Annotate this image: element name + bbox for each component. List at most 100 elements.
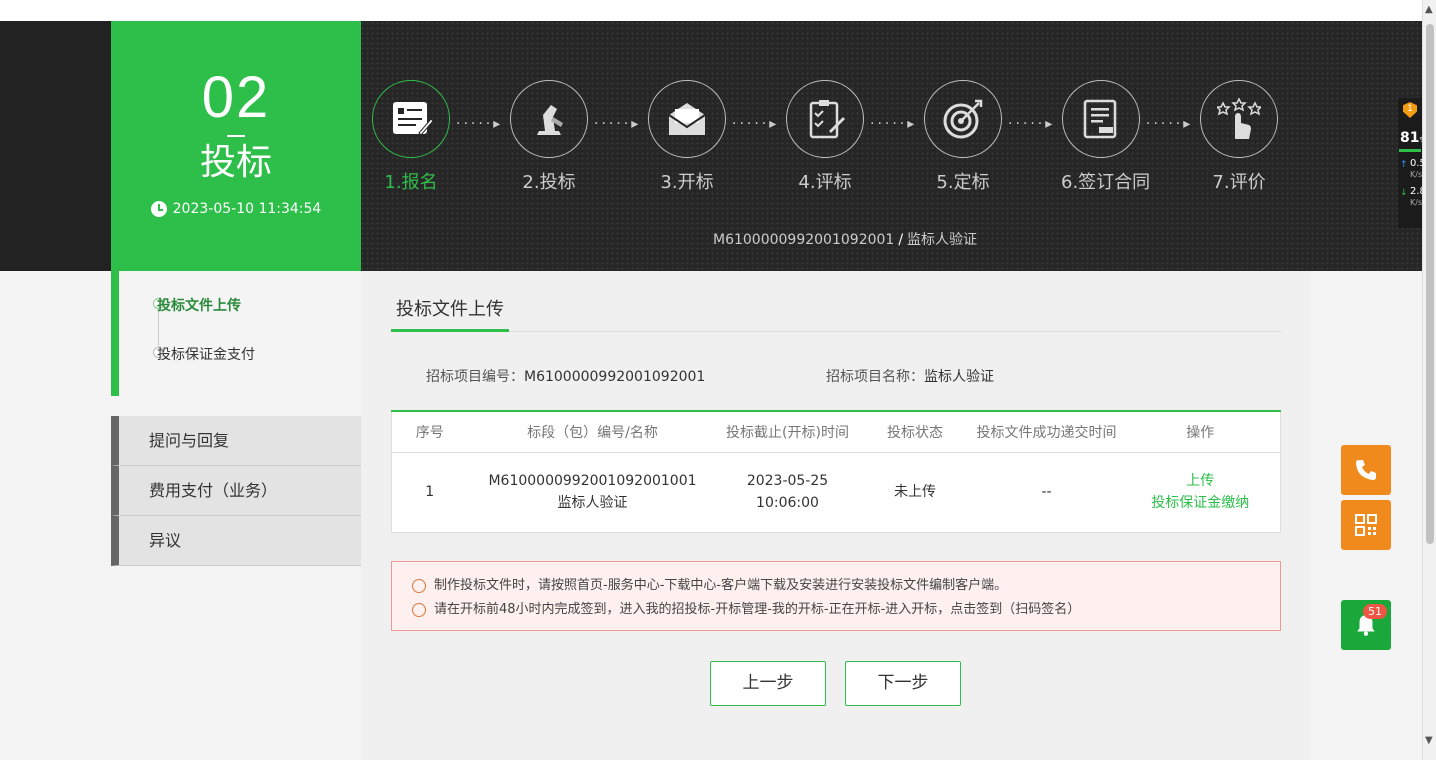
table-row: 1 M6100000992001092001001 监标人验证 2023-05-…: [392, 452, 1281, 532]
network-bar: [1399, 149, 1421, 152]
step-contract[interactable]: 6.签订合同: [1061, 80, 1151, 194]
breadcrumb: M6100000992001092001/监标人验证: [713, 229, 977, 249]
section-code: M6100000992001092001001: [488, 473, 697, 489]
step-bid[interactable]: 2.投标: [509, 80, 589, 194]
shield-icon: 1: [1403, 102, 1417, 118]
step-connector: ·····▸: [732, 116, 780, 132]
title-underline: [391, 329, 509, 332]
deposit-payment-link[interactable]: 投标保证金缴纳: [1121, 492, 1281, 514]
phone-button[interactable]: [1341, 445, 1391, 495]
lightbulb-icon: [412, 579, 426, 593]
step-label: 1.报名: [384, 172, 438, 193]
row-deadline: 2023-05-25 10:06:00: [746, 473, 829, 511]
stage-time: 2023-05-10 11:34:54: [111, 201, 361, 217]
network-percent: 81%: [1398, 130, 1426, 146]
vertical-scrollbar[interactable]: ▲ ▼: [1422, 0, 1436, 760]
rating-hand-icon: [1200, 80, 1278, 158]
step-evaluation[interactable]: 4.评标: [785, 80, 865, 194]
process-steps: 1.报名 ·····▸ 2.投标 ·····▸ 3.开标 ·····▸ 4.评标…: [371, 80, 1291, 200]
column-header: 序号: [391, 411, 468, 453]
step-label: 2.投标: [522, 172, 576, 193]
qr-code-button[interactable]: [1341, 500, 1391, 550]
main-panel: 投标文件上传 招标项目编号：M6100000992001092001 招标项目名…: [361, 271, 1311, 760]
project-name-label: 招标项目名称：: [826, 369, 924, 385]
sub-step-sidebar: 投标文件上传 投标保证金支付: [111, 271, 361, 396]
sidebar-item-deposit[interactable]: 投标保证金支付: [157, 344, 255, 364]
page-root: 02 投标 2023-05-10 11:34:54 1.报名 ·····▸ 2.…: [0, 0, 1436, 760]
sidebar-item-upload[interactable]: 投标文件上传: [157, 295, 241, 315]
project-name-info: 招标项目名称：监标人验证: [826, 366, 994, 386]
bid-section-table: 序号 标段（包）编号/名称 投标截止(开标)时间 投标状态 投标文件成功递交时间…: [391, 410, 1281, 533]
step-connector: ·····▸: [456, 116, 504, 132]
notice-item: 请在开标前48小时内完成签到，进入我的招投标-开标管理-我的开标-正在开标-进入…: [412, 598, 1260, 622]
bid-hammer-icon: [510, 80, 588, 158]
notice-text: 制作投标文件时，请按照首页-服务中心-下载中心-客户端下载及安装进行安装投标文件…: [434, 578, 1008, 593]
table-header-row: 序号 标段（包）编号/名称 投标截止(开标)时间 投标状态 投标文件成功递交时间…: [391, 411, 1281, 453]
menu-item-fee-payment[interactable]: 费用支付（业务）: [111, 466, 361, 516]
scroll-up-icon[interactable]: ▲: [1425, 4, 1433, 15]
lightbulb-icon: [412, 603, 426, 617]
step-label: 7.评价: [1212, 172, 1266, 193]
step-connector: ·····▸: [870, 116, 918, 132]
clock-icon: [150, 201, 167, 217]
step-opening[interactable]: 3.开标: [647, 80, 727, 194]
upload-unit: K/s: [1410, 170, 1423, 179]
project-code-label: 招标项目编号：: [426, 369, 524, 385]
column-header: 投标截止(开标)时间: [717, 411, 858, 453]
scroll-down-icon[interactable]: ▼: [1425, 735, 1433, 746]
phone-icon: [1356, 460, 1376, 480]
notice-box: 制作投标文件时，请按照首页-服务中心-下载中心-客户端下载及安装进行安装投标文件…: [391, 561, 1281, 631]
row-section: M6100000992001092001001 监标人验证: [468, 452, 718, 532]
banner-left-area: [0, 21, 111, 271]
download-unit: K/s: [1410, 198, 1423, 207]
upload-link[interactable]: 上传: [1121, 470, 1281, 492]
column-header: 投标文件成功递交时间: [972, 411, 1121, 453]
row-actions: 上传 投标保证金缴纳: [1121, 452, 1281, 532]
next-step-button[interactable]: 下一步: [845, 661, 961, 706]
row-status: 未上传: [894, 484, 936, 500]
step-label: 5.定标: [936, 172, 990, 193]
open-envelope-icon: [648, 80, 726, 158]
step-award[interactable]: 5.定标: [923, 80, 1003, 194]
up-arrow-icon: ↑: [1400, 160, 1408, 170]
down-arrow-icon: ↓: [1400, 188, 1408, 198]
stage-number: 02: [201, 65, 271, 130]
column-header: 操作: [1120, 411, 1281, 453]
top-strip: [0, 0, 1422, 21]
menu-item-objection[interactable]: 异议: [111, 516, 361, 566]
breadcrumb-name: 监标人验证: [907, 232, 978, 248]
registration-form-icon: [372, 80, 450, 158]
step-label: 6.签订合同: [1061, 172, 1151, 193]
notification-badge: 51: [1363, 604, 1387, 619]
section-name: 监标人验证: [557, 495, 628, 511]
scrollbar-thumb[interactable]: [1426, 24, 1434, 544]
step-connector: ·····▸: [1146, 116, 1194, 132]
stage-divider: [227, 135, 245, 137]
notice-item: 制作投标文件时，请按照首页-服务中心-下载中心-客户端下载及安装进行安装投标文件…: [412, 574, 1260, 598]
qr-code-icon: [1355, 514, 1377, 536]
row-submit-time: --: [1041, 484, 1052, 500]
row-index: 1: [425, 484, 435, 500]
prev-step-button[interactable]: 上一步: [710, 661, 826, 706]
step-label: 3.开标: [660, 172, 714, 193]
step-rating[interactable]: 7.评价: [1199, 80, 1279, 194]
percent-value: 81: [1400, 130, 1420, 146]
breadcrumb-separator: /: [898, 232, 904, 248]
upload-speed: ↑ 0.5 K/s: [1398, 158, 1426, 180]
step-connector: ·····▸: [594, 116, 642, 132]
menu-item-qa[interactable]: 提问与回复: [111, 416, 361, 466]
contract-stamp-icon: [1062, 80, 1140, 158]
column-header: 投标状态: [857, 411, 973, 453]
notification-button[interactable]: 51: [1341, 600, 1391, 650]
step-registration[interactable]: 1.报名: [371, 80, 451, 194]
step-connector: ·····▸: [1008, 116, 1056, 132]
page-title: 投标文件上传: [396, 299, 504, 320]
project-code-value: M6100000992001092001: [524, 369, 706, 385]
target-icon: [924, 80, 1002, 158]
download-speed: ↓ 2.8 K/s: [1398, 186, 1426, 208]
stage-name: 投标: [199, 142, 272, 183]
breadcrumb-code: M6100000992001092001: [713, 232, 895, 248]
network-speed-widget: 1 81% ↑0.5K/s ↓2.8K/s: [1398, 98, 1426, 228]
side-menu: 提问与回复 费用支付（业务） 异议: [111, 416, 361, 566]
step-label: 4.评标: [798, 172, 852, 193]
